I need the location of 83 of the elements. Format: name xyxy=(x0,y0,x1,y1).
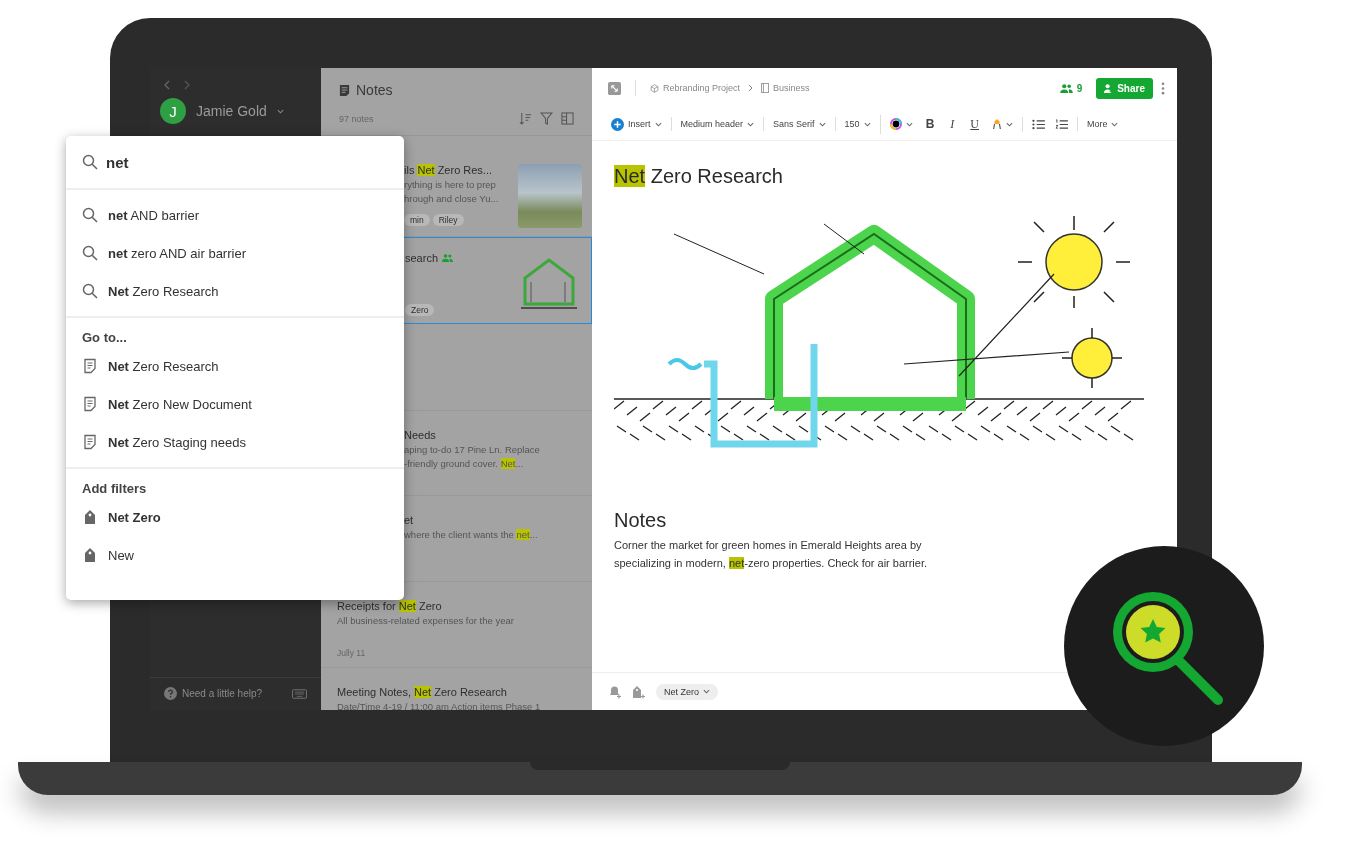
note-title: et xyxy=(404,514,414,526)
photo-placeholder xyxy=(518,164,582,228)
note-snippet: aping to-do 17 Pine Ln. Replace xyxy=(404,444,541,455)
expand-icon[interactable] xyxy=(608,81,621,95)
search-icon xyxy=(82,245,98,261)
person-plus-icon xyxy=(1104,83,1114,93)
note-snippet: where the client wants the net... xyxy=(404,529,539,540)
note-title: ils Net Zero Res... xyxy=(404,164,493,176)
go-to-note-item[interactable]: Net Zero Research xyxy=(108,358,219,374)
people-icon xyxy=(1059,83,1073,93)
section-heading: Add filters xyxy=(81,480,148,498)
keyboard-icon[interactable] xyxy=(292,688,307,699)
numbered-list-icon xyxy=(1054,118,1068,130)
section-heading: Notes xyxy=(614,509,667,532)
tag-plus-icon[interactable] xyxy=(632,684,646,699)
search-suggestion[interactable]: net AND barrier xyxy=(108,207,200,223)
tag-chip[interactable]: Net Zero xyxy=(656,683,718,700)
user-name[interactable]: Jamie Gold xyxy=(196,103,267,119)
search-icon xyxy=(82,283,98,299)
note-snippet: rything is here to prep xyxy=(404,179,497,190)
sort-icon[interactable] xyxy=(519,112,532,125)
help-icon xyxy=(164,687,177,700)
search-icon xyxy=(82,154,98,170)
search-icon xyxy=(82,207,98,223)
document-icon xyxy=(82,434,98,450)
layout-icon[interactable] xyxy=(561,112,574,125)
note-snippet: All business-related expenses for the year xyxy=(337,615,515,626)
search-suggestion[interactable]: net zero AND air barrier xyxy=(108,245,246,261)
bell-plus-icon[interactable] xyxy=(608,684,622,699)
more-options-icon[interactable] xyxy=(1161,81,1165,95)
note-icon xyxy=(339,83,350,97)
dropdown-button[interactable]: More xyxy=(1083,117,1122,131)
bulleted-list-icon xyxy=(1031,118,1045,130)
note-title: Needs xyxy=(404,429,436,441)
chevron-down-icon xyxy=(1111,121,1119,127)
insert-button[interactable]: Insert xyxy=(608,115,665,133)
search-suggestion[interactable]: Net Zero Research xyxy=(108,283,219,299)
filter-tag-item[interactable]: Net Zero xyxy=(108,509,161,525)
chevron-down-icon xyxy=(1005,121,1013,127)
breadcrumb-link[interactable]: Rebranding Project xyxy=(663,83,741,93)
filter-tag-item[interactable]: New xyxy=(108,547,134,563)
document-icon xyxy=(82,396,98,412)
bold-button[interactable]: B xyxy=(919,115,941,133)
dropdown-button[interactable]: Medium header xyxy=(677,117,758,131)
dropdown-button[interactable]: 150 xyxy=(841,117,874,131)
chevron-down-icon xyxy=(818,121,826,127)
note-snippet: Date/Time 4-19 / 11:00 am Action items Phase 1 xyxy=(337,701,542,710)
note-heading: Net Zero Research xyxy=(614,165,783,188)
note-title: search xyxy=(405,252,439,264)
note-tag[interactable]: min xyxy=(404,214,430,226)
people-icon xyxy=(442,254,454,262)
chevron-down-icon xyxy=(863,121,871,127)
chevron-down-icon xyxy=(276,108,284,114)
dropdown-button[interactable]: Sans Serif xyxy=(770,117,829,131)
shared-count[interactable]: 9 xyxy=(1059,82,1083,94)
notes-title: Notes xyxy=(356,82,393,98)
note-title: Receipts for Net Zero xyxy=(337,600,442,612)
breadcrumb-link[interactable]: Business xyxy=(773,83,810,93)
chevron-down-icon xyxy=(703,689,710,694)
help-link[interactable]: Need a little help? xyxy=(182,688,263,699)
chevron-down-icon xyxy=(654,121,662,127)
chevron-right-icon xyxy=(748,84,754,92)
go-to-note-item[interactable]: Net Zero Staging needs xyxy=(108,434,247,450)
go-to-note-item[interactable]: Net Zero New Document xyxy=(108,396,252,412)
document-icon xyxy=(82,358,98,374)
note-title: Meeting Notes, Net Zero Research xyxy=(337,686,507,698)
note-tag[interactable]: Zero xyxy=(405,304,435,316)
tag-icon xyxy=(82,547,98,563)
cube-icon xyxy=(650,83,659,93)
highlighter-icon xyxy=(991,118,1002,130)
tag-icon xyxy=(82,509,98,525)
chevron-down-icon xyxy=(747,121,755,127)
italic-button[interactable]: I xyxy=(944,114,961,134)
note-snippet: hrough and close Yu... xyxy=(404,193,500,204)
filter-icon[interactable] xyxy=(540,112,553,125)
underline-button[interactable]: U xyxy=(964,114,985,134)
section-heading: Go to... xyxy=(81,329,128,347)
notebook-icon xyxy=(761,83,770,93)
note-card[interactable]: Meeting Notes, Net Zero Research Date/Time 4-19 / 11:00 am Action items Phase 1 xyxy=(321,668,592,710)
plus-icon xyxy=(611,117,624,131)
color-wheel-icon xyxy=(889,118,902,130)
note-tag[interactable]: Riley xyxy=(432,214,464,226)
chevron-down-icon xyxy=(905,121,913,127)
